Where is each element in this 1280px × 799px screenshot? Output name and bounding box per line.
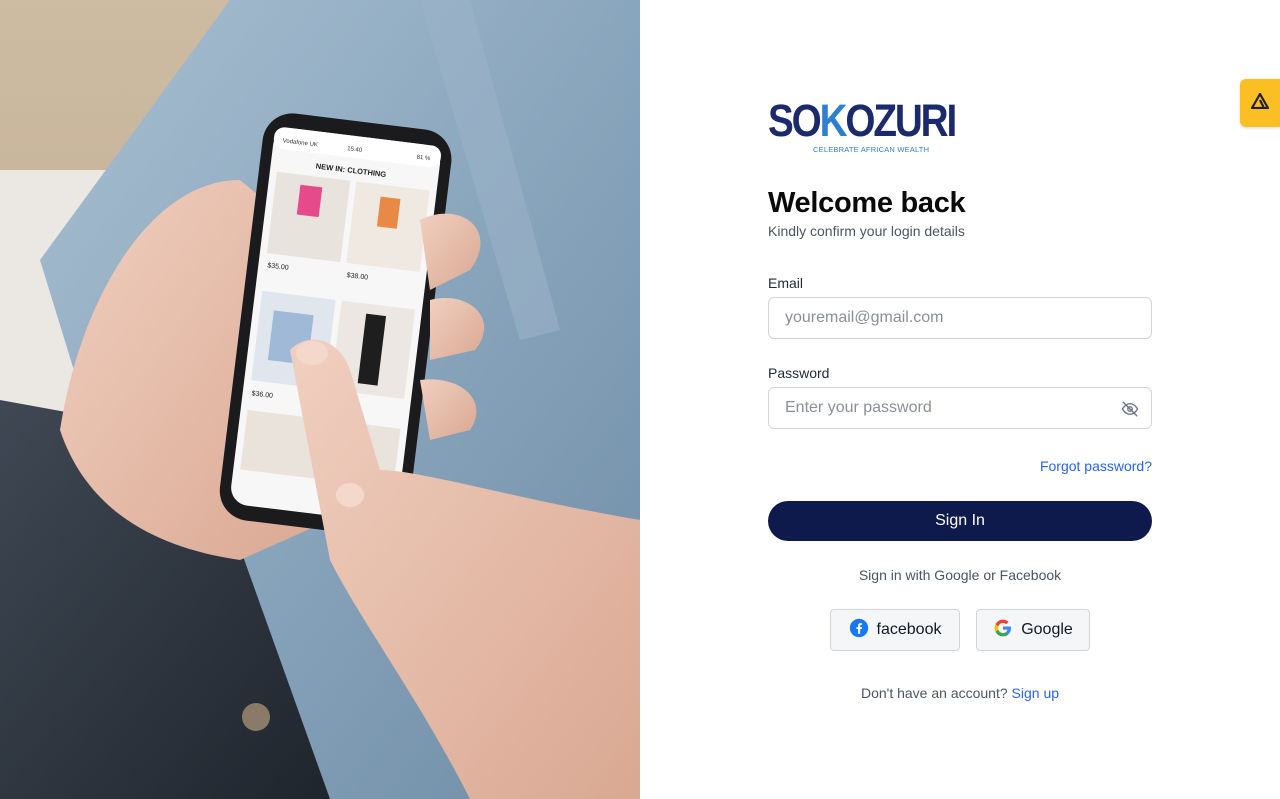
logo-wordmark: SOKOZURI xyxy=(768,95,957,146)
email-input[interactable] xyxy=(769,298,1151,338)
forgot-password-link[interactable]: Forgot password? xyxy=(1040,458,1152,474)
google-login-button[interactable]: Google xyxy=(976,609,1090,651)
logo-tagline: CELEBRATE AFRICAN WEALTH xyxy=(813,145,930,154)
page-title: Welcome back xyxy=(768,187,966,219)
facebook-login-label: facebook xyxy=(876,621,942,638)
facebook-login-button[interactable]: facebook xyxy=(830,609,960,651)
hero-photo: Vodafone UK 15:40 81 % NEW IN: CLOTHING … xyxy=(0,0,640,799)
password-input[interactable] xyxy=(769,388,1151,428)
page-subtitle: Kindly confirm your login details xyxy=(768,223,965,239)
social-login-prompt: Sign in with Google or Facebook xyxy=(858,567,1062,583)
password-field-wrapper xyxy=(768,387,1152,429)
brand-logo[interactable]: SOKOZURI CELEBRATE AFRICAN WEALTH xyxy=(768,96,957,156)
sign-up-link[interactable]: Sign up xyxy=(1012,685,1059,701)
google-icon xyxy=(993,618,1013,643)
extension-badge[interactable] xyxy=(1240,79,1280,127)
eye-off-icon[interactable] xyxy=(1121,400,1139,418)
password-label: Password xyxy=(768,365,830,381)
no-account-text: Don't have an account? xyxy=(860,685,1008,701)
email-field-wrapper xyxy=(768,297,1152,339)
extension-logo-icon xyxy=(1250,92,1270,114)
email-label: Email xyxy=(768,275,804,291)
google-login-label: Google xyxy=(1021,621,1073,638)
sign-in-button[interactable]: Sign In xyxy=(768,501,1152,541)
facebook-icon xyxy=(849,618,869,643)
signup-row: Don't have an account? Sign up xyxy=(768,685,1152,701)
login-panel: SOKOZURI CELEBRATE AFRICAN WEALTH Welcom… xyxy=(640,0,1280,799)
